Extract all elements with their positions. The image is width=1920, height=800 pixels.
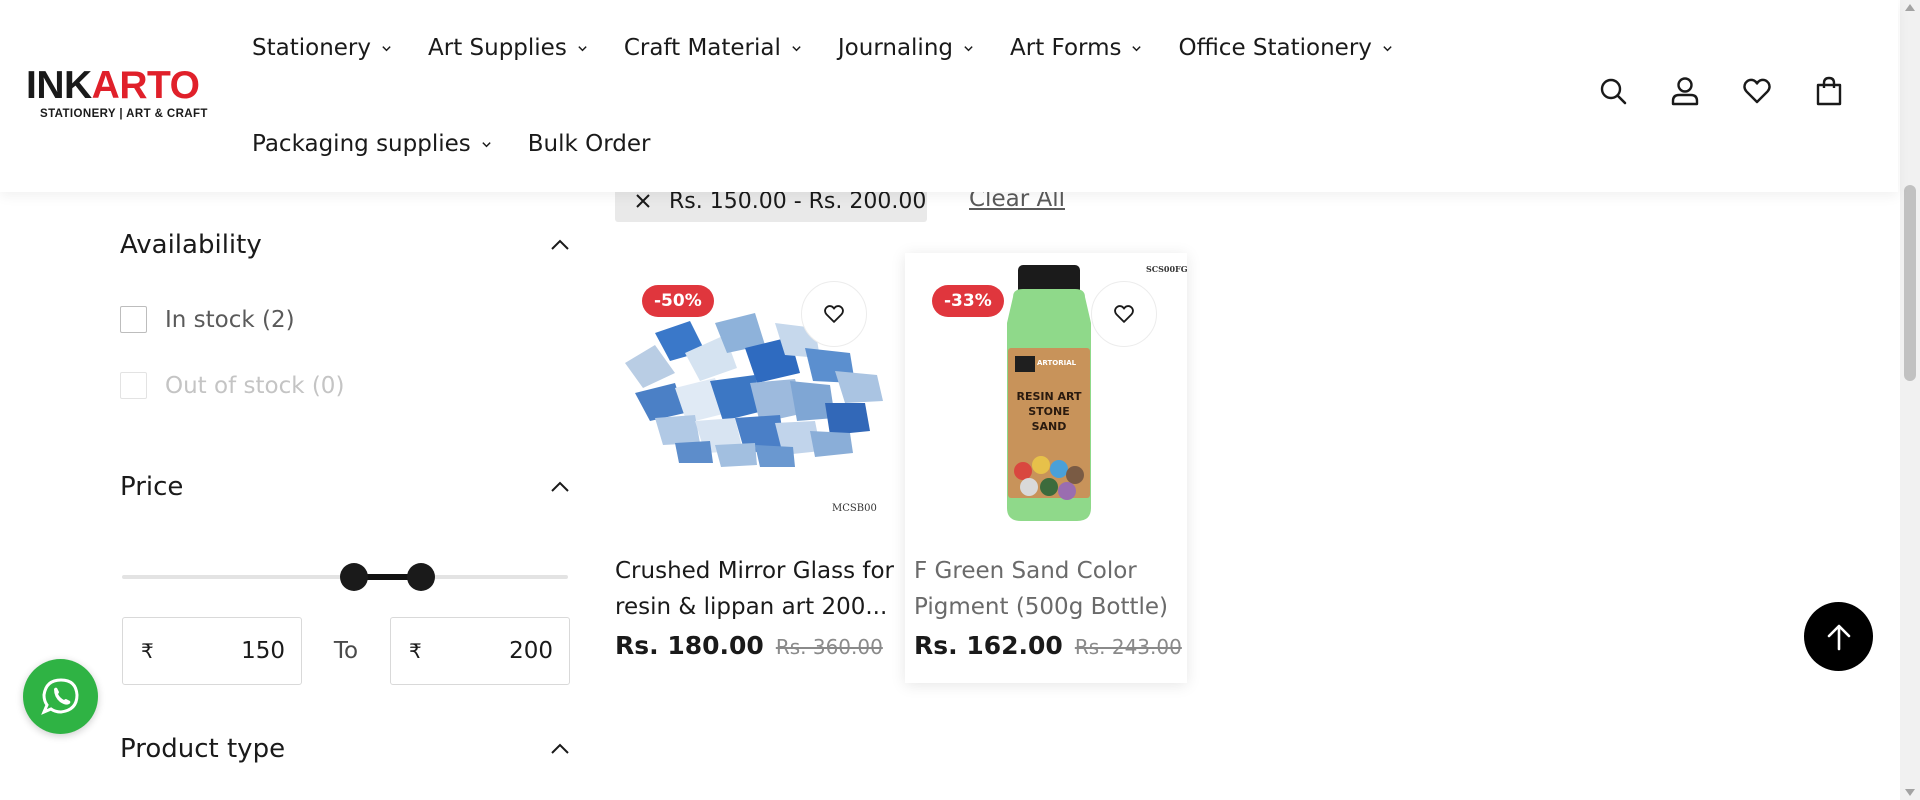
close-icon[interactable] — [635, 193, 651, 209]
product-price: Rs. 180.00 Rs. 360.00 — [615, 631, 897, 660]
search-icon[interactable] — [1598, 76, 1628, 106]
bottle-label-text: RESIN ART STONE SAND — [1016, 390, 1082, 433]
scroll-down-arrow[interactable] — [1905, 789, 1915, 796]
chevron-down-icon — [1132, 45, 1142, 51]
chevron-down-icon — [482, 141, 491, 147]
whatsapp-chat-button[interactable] — [23, 659, 98, 734]
product-image[interactable]: SCS00FG ARTORIAL RESIN ART STONE SAND -3… — [905, 253, 1187, 521]
product-image-sku: SCS00FG — [1146, 264, 1187, 274]
product-card[interactable]: SCS00FG ARTORIAL RESIN ART STONE SAND -3… — [905, 253, 1187, 683]
active-filter-label: Rs. 150.00 - Rs. 200.00 — [669, 188, 927, 214]
add-to-wishlist-button[interactable] — [1091, 281, 1157, 347]
nav-row-1: Stationery Art Supplies Craft Material J… — [252, 20, 1392, 76]
site-logo[interactable]: INKARTO STATIONERY | ART & CRAFT — [26, 66, 208, 122]
account-icon[interactable] — [1670, 76, 1700, 106]
nav-item-art-supplies[interactable]: Art Supplies — [428, 35, 588, 61]
cart-icon[interactable] — [1814, 76, 1844, 106]
compare-price: Rs. 243.00 — [1074, 635, 1182, 659]
main-nav: Stationery Art Supplies Craft Material J… — [252, 20, 1392, 172]
chevron-down-icon — [578, 45, 587, 51]
availability-filter-header[interactable]: Availability — [120, 225, 570, 265]
price-max-value: 200 — [509, 638, 553, 664]
filter-in-stock-label: In stock (2) — [165, 306, 295, 333]
header-actions — [1598, 76, 1844, 106]
nav-item-packaging-supplies[interactable]: Packaging supplies — [252, 131, 492, 157]
product-price: Rs. 162.00 Rs. 243.00 — [905, 631, 1187, 660]
nav-item-stationery[interactable]: Stationery — [252, 35, 392, 61]
chevron-up-icon — [551, 743, 569, 754]
product-image-sku: MCSB00 — [832, 503, 877, 514]
scroll-thumb[interactable] — [1904, 185, 1916, 381]
price-min-input[interactable]: ₹ 150 — [122, 617, 302, 685]
page-scrollbar[interactable] — [1900, 0, 1920, 800]
scroll-up-arrow[interactable] — [1905, 4, 1915, 11]
product-card[interactable]: -50% MCSB00 Crushed Mirror Glass for res… — [615, 253, 897, 660]
discount-badge: -50% — [642, 285, 714, 317]
heart-icon — [1114, 305, 1134, 323]
chevron-down-icon — [964, 45, 973, 51]
sale-price: Rs. 180.00 — [615, 631, 764, 660]
currency-symbol: ₹ — [141, 639, 154, 663]
back-to-top-button[interactable] — [1804, 602, 1873, 671]
price-min-value: 150 — [241, 638, 285, 664]
product-type-filter-header[interactable]: Product type — [120, 729, 570, 769]
sale-price: Rs. 162.00 — [914, 631, 1063, 660]
price-range-slider[interactable] — [122, 562, 568, 592]
product-type-title: Product type — [120, 734, 286, 764]
chevron-up-icon — [551, 481, 569, 492]
product-title[interactable]: Crushed Mirror Glass for resin & lippan … — [615, 553, 897, 625]
slider-min-handle[interactable] — [339, 563, 368, 591]
nav-row-2: Packaging supplies Bulk Order — [252, 116, 1372, 172]
nav-item-journaling[interactable]: Journaling — [838, 35, 974, 61]
add-to-wishlist-button[interactable] — [801, 281, 867, 347]
availability-title: Availability — [120, 230, 262, 260]
slider-max-handle[interactable] — [406, 563, 435, 591]
chevron-down-icon — [792, 45, 801, 51]
nav-item-bulk-order[interactable]: Bulk Order — [528, 131, 651, 157]
chevron-up-icon — [551, 239, 569, 250]
compare-price: Rs. 360.00 — [775, 635, 883, 659]
price-filter-header[interactable]: Price — [120, 467, 570, 507]
whatsapp-icon — [40, 677, 79, 715]
heart-icon — [824, 305, 844, 323]
chevron-down-icon — [1383, 45, 1392, 51]
price-max-input[interactable]: ₹ 200 — [390, 617, 570, 685]
bottle-label-brand: ARTORIAL — [1037, 359, 1077, 367]
wishlist-icon[interactable] — [1742, 76, 1772, 106]
price-title: Price — [120, 472, 184, 502]
checkbox[interactable] — [120, 306, 147, 333]
filter-in-stock[interactable]: In stock (2) — [120, 306, 295, 333]
site-header: INKARTO STATIONERY | ART & CRAFT Station… — [0, 0, 1898, 192]
logo-tagline: STATIONERY | ART & CRAFT — [40, 108, 208, 120]
discount-badge: -33% — [932, 285, 1004, 317]
currency-symbol: ₹ — [409, 639, 422, 663]
price-to-label: To — [333, 638, 359, 664]
nav-item-craft-material[interactable]: Craft Material — [624, 35, 802, 61]
nav-item-art-forms[interactable]: Art Forms — [1010, 35, 1142, 61]
chevron-down-icon — [382, 45, 391, 51]
logo-wordmark: INKARTO — [26, 64, 200, 107]
checkbox — [120, 372, 147, 399]
filter-out-of-stock-label: Out of stock (0) — [165, 372, 345, 399]
price-inputs: ₹ 150 To ₹ 200 — [122, 617, 570, 685]
arrow-up-icon — [1827, 624, 1850, 650]
product-title[interactable]: F Green Sand Color Pigment (500g Bottle) — [905, 553, 1187, 625]
filter-out-of-stock: Out of stock (0) — [120, 372, 344, 399]
product-image[interactable]: -50% MCSB00 — [615, 253, 897, 521]
nav-item-office-stationery[interactable]: Office Stationery — [1178, 35, 1392, 61]
